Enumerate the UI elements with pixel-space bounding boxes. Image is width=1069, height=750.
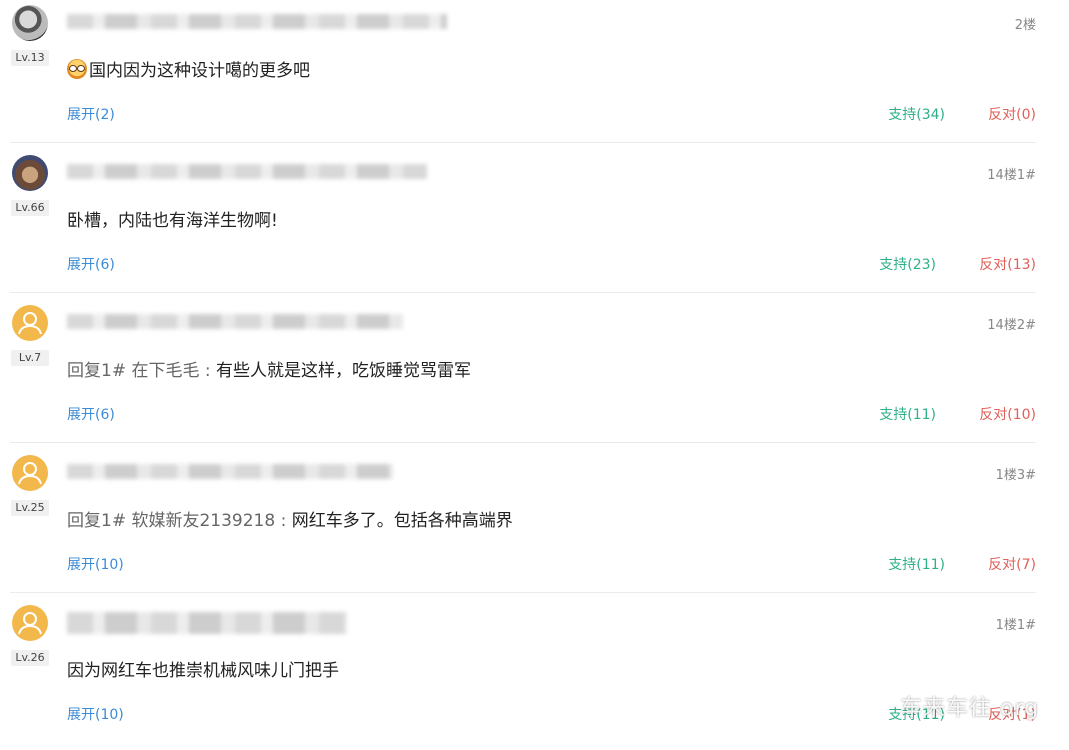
user-silhouette-icon (18, 462, 42, 485)
username-blurred[interactable] (67, 314, 403, 329)
user-silhouette-icon (18, 612, 42, 635)
avatar[interactable] (12, 455, 48, 491)
username-blurred[interactable] (67, 612, 347, 634)
user-level-badge: Lv.26 (11, 650, 49, 666)
comment-item: Lv.25 1楼3# 回复1# 软媒新友2139218 : 网红车多了。包括各种… (0, 450, 1069, 600)
avatar[interactable] (12, 5, 48, 41)
floor-number: 14楼1# (987, 168, 1036, 183)
avatar[interactable] (12, 155, 48, 191)
comment-body: 网红车多了。包括各种高端界 (291, 511, 513, 531)
comment-item: Lv.13 2楼 国内因为这种设计噶的更多吧 展开(2) 支持(34) 反对(0… (0, 0, 1069, 150)
comment-text: 国内因为这种设计噶的更多吧 (67, 56, 310, 81)
user-level-badge: Lv.66 (11, 200, 49, 216)
laughing-emoji-icon (67, 59, 87, 79)
floor-number: 1楼1# (995, 618, 1036, 633)
oppose-button[interactable]: 反对(10) (979, 404, 1036, 424)
comment-body: 有些人就是这样，吃饭睡觉骂雷军 (216, 361, 471, 381)
comment-item: Lv.66 14楼1# 卧槽，内陆也有海洋生物啊! 展开(6) 支持(23) 反… (0, 150, 1069, 300)
comment-item: Lv.7 14楼2# 回复1# 在下毛毛 : 有些人就是这样，吃饭睡觉骂雷军 展… (0, 300, 1069, 450)
comment-body: 卧槽，内陆也有海洋生物啊! (67, 211, 278, 231)
expand-replies-link[interactable]: 展开(10) (67, 704, 124, 724)
oppose-button[interactable]: 反对(7) (988, 554, 1036, 574)
floor-number: 2楼 (1014, 18, 1036, 33)
username-blurred[interactable] (67, 164, 427, 179)
support-button[interactable]: 支持(23) (879, 254, 936, 274)
expand-replies-link[interactable]: 展开(6) (67, 254, 115, 274)
expand-replies-link[interactable]: 展开(10) (67, 554, 124, 574)
divider (10, 292, 1036, 293)
comment-text: 回复1# 软媒新友2139218 : 网红车多了。包括各种高端界 (67, 506, 513, 531)
support-button[interactable]: 支持(11) (888, 554, 945, 574)
expand-replies-link[interactable]: 展开(2) (67, 104, 115, 124)
username-blurred[interactable] (67, 464, 393, 479)
reply-prefix: 回复1# 在下毛毛 : (67, 361, 216, 381)
comment-text: 卧槽，内陆也有海洋生物啊! (67, 206, 278, 231)
username-blurred[interactable] (67, 14, 447, 29)
avatar[interactable] (12, 305, 48, 341)
avatar[interactable] (12, 605, 48, 641)
support-button[interactable]: 支持(11) (879, 404, 936, 424)
user-level-badge: Lv.25 (11, 500, 49, 516)
divider (10, 442, 1036, 443)
oppose-button[interactable]: 反对(0) (988, 104, 1036, 124)
comment-item: Lv.26 1楼1# 因为网红车也推崇机械风味儿门把手 展开(10) 支持(11… (0, 600, 1069, 750)
comment-body: 国内因为这种设计噶的更多吧 (89, 61, 310, 81)
comment-text: 因为网红车也推崇机械风味儿门把手 (67, 656, 339, 681)
support-button[interactable]: 支持(34) (888, 104, 945, 124)
user-level-badge: Lv.7 (11, 350, 49, 366)
expand-replies-link[interactable]: 展开(6) (67, 404, 115, 424)
site-watermark: 车来车往.org (900, 696, 1040, 721)
divider (10, 142, 1036, 143)
comment-body: 因为网红车也推崇机械风味儿门把手 (67, 661, 339, 681)
reply-prefix: 回复1# 软媒新友2139218 : (67, 511, 292, 531)
user-level-badge: Lv.13 (11, 50, 49, 66)
oppose-button[interactable]: 反对(13) (979, 254, 1036, 274)
floor-number: 14楼2# (987, 318, 1036, 333)
user-silhouette-icon (18, 312, 42, 335)
comment-text: 回复1# 在下毛毛 : 有些人就是这样，吃饭睡觉骂雷军 (67, 356, 471, 381)
floor-number: 1楼3# (995, 468, 1036, 483)
divider (10, 592, 1036, 593)
